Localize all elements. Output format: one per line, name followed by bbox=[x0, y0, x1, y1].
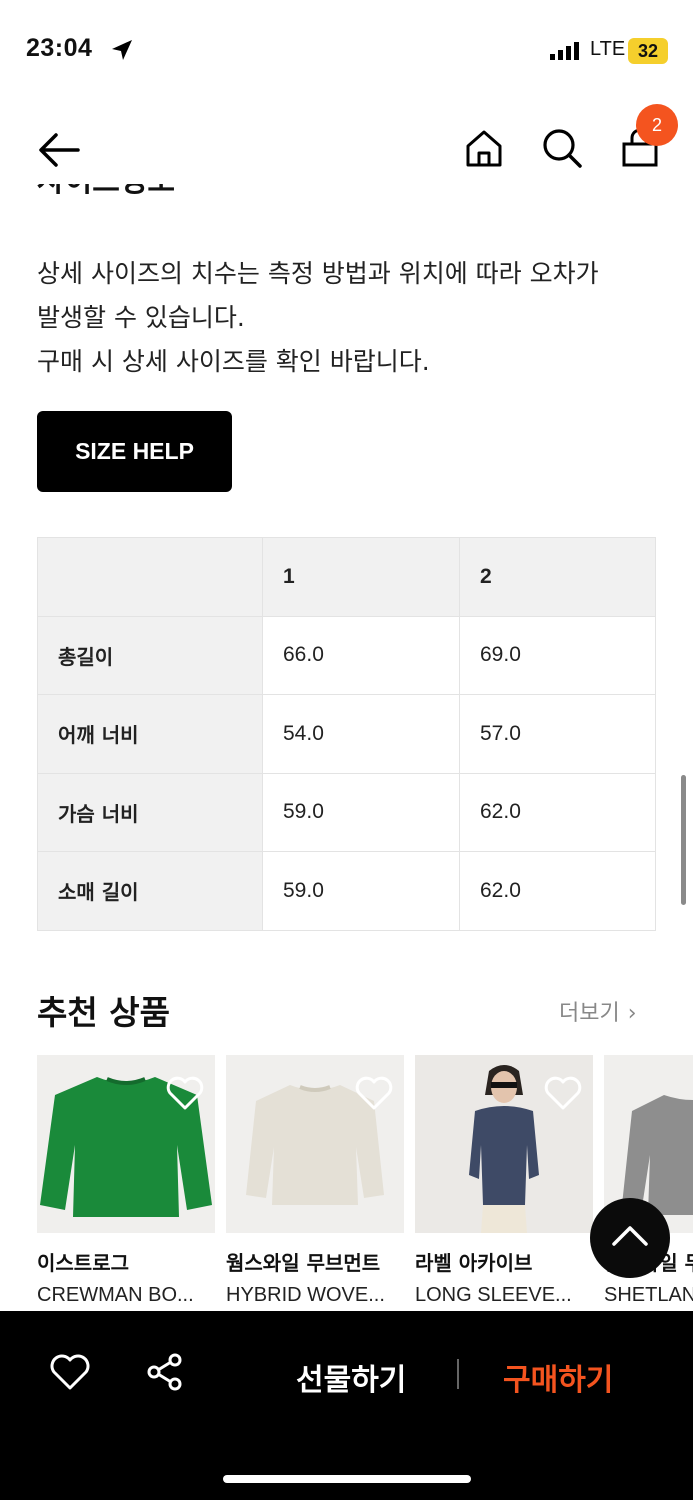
divider bbox=[457, 1359, 459, 1389]
product-image bbox=[226, 1055, 404, 1233]
product-name: CREWMAN BO... bbox=[37, 1284, 194, 1306]
battery-icon: 32 bbox=[628, 38, 668, 64]
back-arrow-icon[interactable] bbox=[36, 130, 82, 170]
recommended-title: 추천 상품 bbox=[37, 993, 170, 1032]
product-image bbox=[415, 1055, 593, 1233]
product-name: SHETLAND bbox=[604, 1284, 693, 1306]
top-nav bbox=[0, 100, 693, 195]
product-brand: 라벨 아카이브 bbox=[415, 1251, 533, 1275]
status-bar: 23:04 LTE 32 bbox=[0, 0, 693, 100]
more-link-label: 더보기 bbox=[559, 1001, 620, 1026]
product-image bbox=[37, 1055, 215, 1233]
scroll-top-button[interactable] bbox=[590, 1198, 670, 1278]
share-icon[interactable] bbox=[146, 1353, 184, 1391]
table-cell: 69.0 bbox=[459, 615, 656, 695]
notice-line: 구매 시 상세 사이즈를 확인 바랍니다. bbox=[37, 347, 430, 376]
more-link[interactable]: 더보기 › bbox=[559, 995, 637, 1027]
buy-button[interactable]: 구매하기 bbox=[503, 1355, 613, 1399]
chevron-right-icon: › bbox=[627, 1001, 637, 1026]
size-help-button[interactable]: SIZE HELP bbox=[37, 411, 232, 492]
location-arrow-icon bbox=[112, 40, 132, 60]
home-icon[interactable] bbox=[462, 126, 506, 170]
product-card[interactable]: 이스트로그 CREWMAN BO... bbox=[37, 1055, 215, 1307]
table-row: 어깨 너비 54.0 57.0 bbox=[37, 694, 656, 774]
table-cell: 62.0 bbox=[459, 772, 656, 852]
table-cell: 57.0 bbox=[459, 694, 656, 774]
size-table: 1 2 총길이 66.0 69.0 어깨 너비 54.0 57.0 가슴 너비 … bbox=[37, 537, 656, 931]
table-header-cell: 2 bbox=[459, 537, 656, 617]
product-card[interactable]: 라벨 아카이브 LONG SLEEVE... bbox=[415, 1055, 593, 1307]
heart-icon[interactable] bbox=[543, 1075, 583, 1111]
heart-icon[interactable] bbox=[165, 1075, 205, 1111]
table-cell: 59.0 bbox=[262, 772, 460, 852]
heart-icon[interactable] bbox=[354, 1075, 394, 1111]
product-brand: 이스트로그 bbox=[37, 1251, 129, 1275]
product-name: LONG SLEEVE... bbox=[415, 1284, 572, 1306]
table-header-row: 1 2 bbox=[37, 537, 656, 617]
table-row: 가슴 너비 59.0 62.0 bbox=[37, 772, 656, 852]
product-name: HYBRID WOVE... bbox=[226, 1284, 385, 1306]
row-label: 가슴 너비 bbox=[37, 772, 263, 852]
heart-icon[interactable] bbox=[50, 1353, 90, 1391]
size-info-heading-text: 사이즈정보 bbox=[37, 184, 175, 199]
product-brand: 웜스와일 무브먼트 bbox=[226, 1251, 381, 1275]
table-header-cell bbox=[37, 537, 263, 617]
table-cell: 62.0 bbox=[459, 851, 656, 931]
chevron-up-icon bbox=[612, 1226, 648, 1246]
table-header-cell: 1 bbox=[262, 537, 460, 617]
search-icon[interactable] bbox=[540, 126, 584, 170]
table-cell: 59.0 bbox=[262, 851, 460, 931]
notice-line: 발생할 수 있습니다. bbox=[37, 303, 245, 332]
notice-line: 상세 사이즈의 치수는 측정 방법과 위치에 따라 오차가 bbox=[37, 259, 599, 288]
home-indicator bbox=[223, 1475, 471, 1483]
size-notice: 상세 사이즈의 치수는 측정 방법과 위치에 따라 오차가 발생할 수 있습니다… bbox=[37, 252, 677, 384]
status-time: 23:04 bbox=[26, 34, 93, 62]
scrollbar[interactable] bbox=[681, 775, 686, 905]
signal-icon bbox=[550, 42, 579, 60]
table-row: 소매 길이 59.0 62.0 bbox=[37, 851, 656, 931]
table-cell: 66.0 bbox=[262, 615, 460, 695]
cart-count-badge: 2 bbox=[636, 104, 678, 146]
table-cell: 54.0 bbox=[262, 694, 460, 774]
row-label: 총길이 bbox=[37, 615, 263, 695]
row-label: 어깨 너비 bbox=[37, 694, 263, 774]
table-row: 총길이 66.0 69.0 bbox=[37, 615, 656, 695]
row-label: 소매 길이 bbox=[37, 851, 263, 931]
size-info-heading: 사이즈정보 bbox=[37, 184, 175, 214]
gift-button[interactable]: 선물하기 bbox=[296, 1355, 406, 1399]
product-card[interactable]: 웜스와일 무브먼트 HYBRID WOVE... bbox=[226, 1055, 404, 1307]
network-label: LTE bbox=[590, 38, 626, 60]
bottom-action-bar: 선물하기 구매하기 bbox=[0, 1311, 693, 1500]
